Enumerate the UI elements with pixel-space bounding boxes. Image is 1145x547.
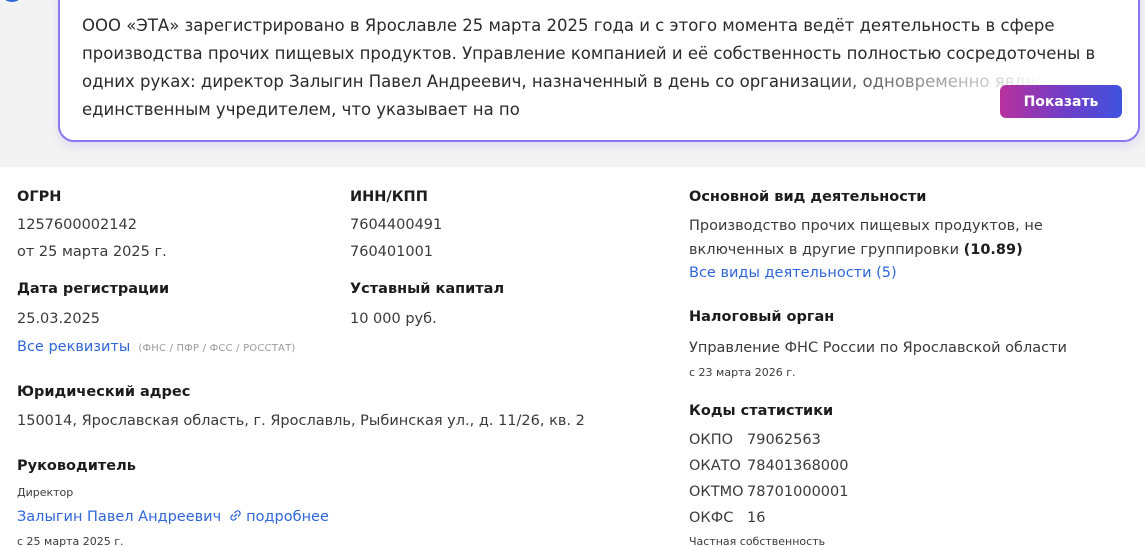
stat-key: ОКПО — [689, 432, 734, 448]
stat-row-oktmo: ОКТМО 78701000001 — [689, 484, 848, 500]
stat-value: 16 — [747, 510, 766, 526]
activity-line1: Производство прочих пищевых продуктов, н… — [689, 218, 1043, 234]
address-value: 150014, Ярославская область, г. Ярославл… — [17, 413, 585, 429]
stat-row-okpo: ОКПО 79062563 — [689, 432, 821, 448]
ogrn-date: от 25 марта 2025 г. — [17, 244, 167, 260]
head-label: Руководитель — [17, 458, 136, 474]
tax-since: с 23 марта 2026 г. — [689, 366, 796, 379]
stat-row-okato: ОКАТО 78401368000 — [689, 458, 848, 474]
stat-value: 78401368000 — [747, 458, 849, 474]
stat-key: ОКФС — [689, 510, 734, 526]
activity-line2: включенных в другие группировки — [689, 242, 959, 258]
tax-label: Налоговый орган — [689, 309, 835, 325]
stats-label: Коды статистики — [689, 403, 834, 419]
link-chain-icon — [230, 510, 241, 521]
head-more-link[interactable]: подробнее — [246, 509, 329, 525]
activity-code: (10.89) — [963, 242, 1023, 258]
ogrn-label: ОГРН — [17, 189, 62, 205]
tax-value: Управление ФНС России по Ярославской обл… — [689, 340, 1067, 356]
requisites-sources-tag: (ФНС / ПФР / ФСС / РОССТАТ) — [138, 343, 296, 354]
stat-value: 79062563 — [747, 432, 821, 448]
registration-label: Дата регистрации — [17, 281, 170, 297]
head-row: Залыгин Павел Андреевич подробнее — [17, 509, 329, 525]
stat-value: 78701000001 — [747, 484, 849, 500]
show-summary-button[interactable]: Показать — [1000, 85, 1122, 118]
head-since: с 25 марта 2025 г. — [17, 535, 124, 547]
all-requisites-link-label: Все реквизиты — [17, 339, 131, 355]
stat-key: ОКТМО — [689, 484, 744, 500]
ai-summary-card: ООО «ЭТА» зарегистрировано в Ярославле 2… — [58, 0, 1140, 142]
head-role: Директор — [17, 486, 74, 499]
capital-label: Уставный капитал — [350, 281, 505, 297]
inn-value: 7604400491 — [350, 217, 443, 233]
capital-value: 10 000 руб. — [350, 311, 437, 327]
inn-kpp-label: ИНН/КПП — [350, 189, 428, 205]
stat-key: ОКАТО — [689, 458, 741, 474]
activity-label: Основной вид деятельности — [689, 189, 927, 205]
activity-line2-row: включенных в другие группировки (10.89) — [689, 242, 1023, 258]
stat-row-okfs: ОКФС 16 — [689, 510, 765, 526]
registration-value: 25.03.2025 — [17, 311, 101, 327]
all-activities-link[interactable]: Все виды деятельности (5) — [689, 265, 897, 281]
all-requisites-link[interactable]: Все реквизиты (ФНС / ПФР / ФСС / РОССТАТ) — [17, 339, 296, 355]
okfs-note: Частная собственность — [689, 535, 826, 547]
address-label: Юридический адрес — [17, 384, 191, 400]
kpp-value: 760401001 — [350, 244, 434, 260]
ogrn-value: 1257600002142 — [17, 217, 137, 233]
head-name-link[interactable]: Залыгин Павел Андреевич — [17, 509, 221, 525]
